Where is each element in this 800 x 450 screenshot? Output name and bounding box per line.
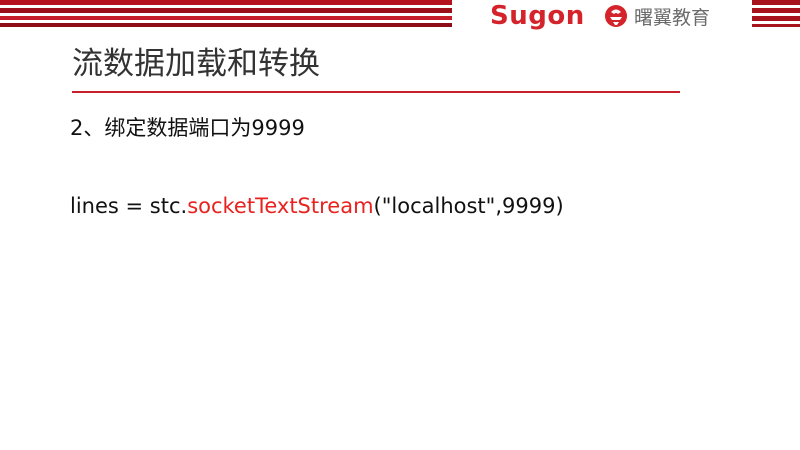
slide: Sugon 曙翼教育 流数据加载和转换 2、绑定数据端口为9999 lines … [0, 0, 800, 450]
code-suffix: ("localhost",9999) [373, 194, 564, 218]
code-line: lines = stc.socketTextStream("localhost"… [70, 194, 564, 218]
slide-title: 流数据加载和转换 [72, 46, 320, 82]
bullet-point: 2、绑定数据端口为9999 [70, 116, 305, 140]
header-stripe [0, 23, 452, 27]
code-method: socketTextStream [187, 194, 374, 218]
partner-logo-text: 曙翼教育 [634, 7, 711, 29]
sugon-emblem-icon [605, 5, 627, 27]
code-prefix: lines = stc. [70, 194, 188, 218]
brand-logo: Sugon [490, 1, 585, 31]
header-stripe-right [752, 0, 800, 27]
header-stripe [0, 16, 452, 20]
header-stripe [0, 8, 452, 13]
title-divider [72, 91, 680, 93]
header-stripe [0, 0, 452, 5]
